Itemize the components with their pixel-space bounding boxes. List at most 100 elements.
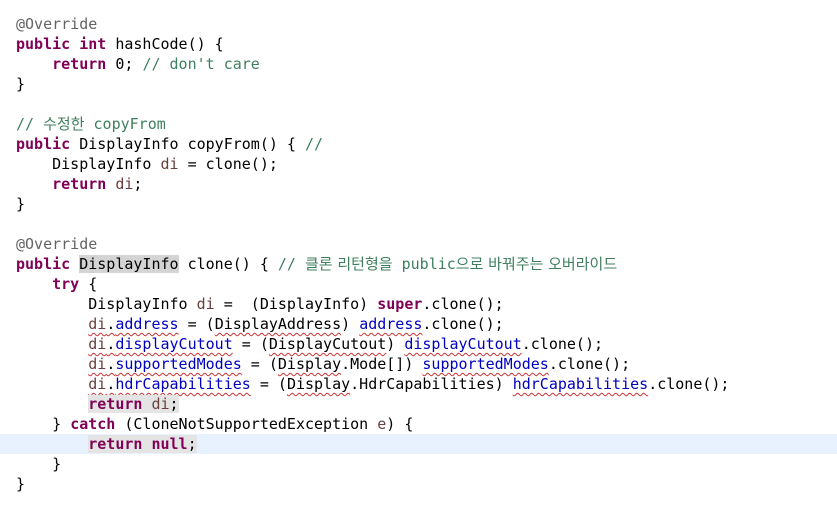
code-token: ) — [341, 315, 360, 333]
code-line-text: return di; — [16, 394, 179, 414]
code-token: .clone(); — [648, 375, 730, 393]
code-token: = ( — [241, 355, 278, 373]
code-line[interactable] — [0, 94, 837, 114]
code-token: .clone(); — [548, 355, 631, 373]
code-token: ; — [133, 175, 143, 193]
code-token: } — [16, 475, 26, 493]
code-line[interactable] — [0, 214, 837, 234]
comment-token: // — [16, 115, 44, 133]
comment-token: // don't care — [142, 55, 260, 73]
code-line[interactable]: } — [0, 454, 837, 474]
keyword-token: return — [88, 435, 143, 453]
code-line-text: try { — [16, 274, 97, 294]
code-line[interactable]: di.supportedModes = (Display.Mode[]) sup… — [0, 354, 837, 374]
code-line[interactable]: return di; — [0, 394, 837, 414]
code-line[interactable]: public DisplayInfo clone() { // 클론 리턴형을 … — [0, 254, 837, 274]
local-token: di — [115, 175, 134, 193]
code-line-text: return di; — [16, 174, 142, 194]
code-line[interactable]: } catch (CloneNotSupportedException e) { — [0, 414, 837, 434]
keyword-token: super — [377, 295, 423, 313]
code-token: DisplayInfo — [16, 295, 197, 313]
code-line[interactable]: return null; — [0, 434, 837, 454]
comment-token: 클론 리턴형을 — [305, 255, 393, 273]
code-line-text: @Override — [16, 234, 97, 254]
code-token: { — [79, 275, 98, 293]
code-token: .HdrCapabilities) — [350, 375, 513, 393]
code-editor[interactable]: @Override public int hashCode() { return … — [0, 0, 837, 510]
code-line-text: } — [16, 474, 25, 494]
field-token: displayCutout — [115, 335, 233, 353]
code-line[interactable]: public int hashCode() { — [0, 34, 837, 54]
code-line[interactable]: DisplayInfo di = clone(); — [0, 154, 837, 174]
code-token: . — [106, 335, 116, 353]
local-token: di — [88, 315, 107, 333]
local-token: di — [88, 375, 107, 393]
code-token: DisplayCutout — [268, 335, 387, 353]
code-token: ) { — [386, 415, 414, 433]
keyword-token: return — [52, 175, 107, 193]
code-token: . — [106, 355, 116, 373]
code-token: = ( — [232, 335, 269, 353]
code-line[interactable]: return 0; // don't care — [0, 54, 837, 74]
code-line[interactable]: // 수정한 copyFrom — [0, 114, 837, 134]
comment-token: 으로 바꿔주는 오버라이드 — [455, 255, 618, 273]
field-token: address — [115, 315, 179, 333]
code-line-text: } — [16, 74, 25, 94]
code-token: ; — [169, 395, 179, 413]
code-line-text: public DisplayInfo clone() { // 클론 리턴형을 … — [16, 254, 617, 274]
code-line-text: // 수정한 copyFrom — [16, 114, 166, 134]
keyword-token: return — [52, 55, 107, 73]
code-line[interactable]: @Override — [0, 14, 837, 34]
code-line[interactable]: di.hdrCapabilities = (Display.HdrCapabil… — [0, 374, 837, 394]
local-token: e — [377, 415, 387, 433]
local-token: di — [160, 155, 179, 173]
code-token: = (DisplayInfo) — [214, 295, 378, 313]
comment-token: // — [277, 255, 305, 273]
code-line[interactable]: return di; — [0, 174, 837, 194]
code-line[interactable]: di.displayCutout = (DisplayCutout) displ… — [0, 334, 837, 354]
keyword-token: null — [151, 435, 188, 453]
code-line-text: return 0; // don't care — [16, 54, 260, 74]
comment-token: 수정한 — [43, 115, 85, 133]
code-token: = ( — [250, 375, 287, 393]
field-token: displayCutout — [404, 335, 522, 353]
code-line-text: } — [16, 194, 25, 214]
code-line[interactable]: try { — [0, 274, 837, 294]
code-token: = clone(); — [178, 155, 278, 173]
code-line[interactable]: } — [0, 194, 837, 214]
code-token: .Mode[]) — [341, 355, 423, 373]
code-line[interactable]: public DisplayInfo copyFrom() { // — [0, 134, 837, 154]
code-token: ; — [187, 435, 197, 453]
local-token: di — [88, 355, 107, 373]
code-line[interactable]: di.address = (DisplayAddress) address.cl… — [0, 314, 837, 334]
code-line[interactable]: } — [0, 474, 837, 494]
code-line-text: } — [16, 454, 61, 474]
code-line-text: public int hashCode() { — [16, 34, 224, 54]
comment-token: // — [305, 135, 324, 153]
field-token: hdrCapabilities — [512, 375, 649, 393]
code-line[interactable]: @Override — [0, 234, 837, 254]
code-token: clone() { — [178, 255, 278, 273]
keyword-token: public — [16, 35, 71, 53]
local-token: di — [88, 335, 107, 353]
code-line-text: di.hdrCapabilities = (Display.HdrCapabil… — [16, 374, 729, 394]
keyword-token: return — [88, 395, 143, 413]
code-line[interactable]: DisplayInfo di = (DisplayInfo) super.clo… — [0, 294, 837, 314]
comment-token: public — [392, 255, 456, 273]
code-token: . — [106, 375, 116, 393]
code-token: DisplayInfo copyFrom() { — [70, 135, 305, 153]
code-line-text: di.displayCutout = (DisplayCutout) displ… — [16, 334, 603, 354]
code-line[interactable]: } — [0, 74, 837, 94]
local-token: di — [196, 295, 215, 313]
code-token: 0; — [106, 55, 143, 73]
field-token: hdrCapabilities — [115, 375, 251, 393]
